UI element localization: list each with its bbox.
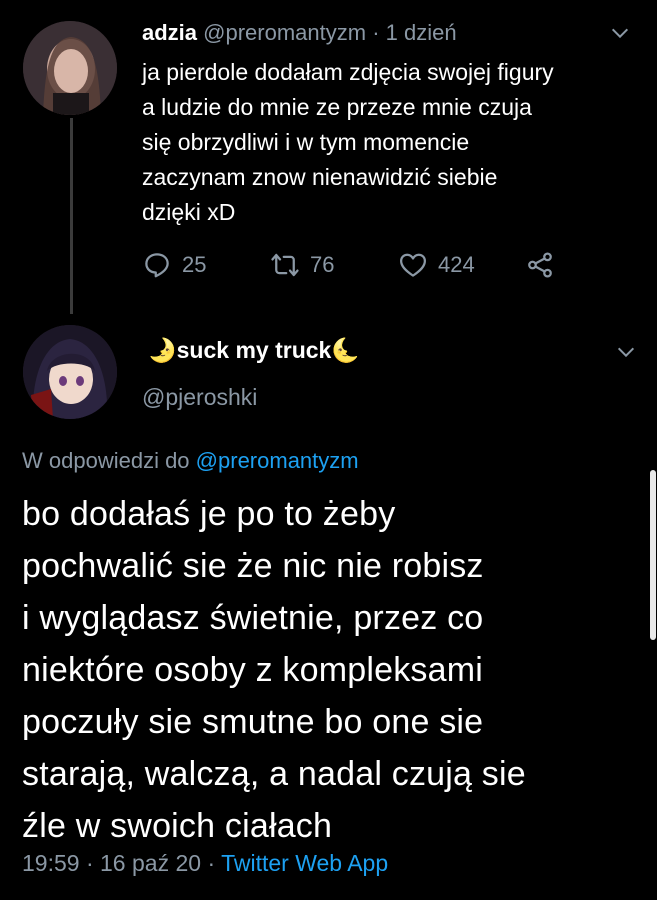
avatar[interactable] [23, 21, 117, 115]
reply-icon [145, 253, 169, 278]
text-line: ja pierdole dodałam zdjęcia swojej figur… [142, 59, 554, 85]
parent-tweet-text: ja pierdole dodałam zdjęcia swojej figur… [142, 55, 642, 230]
share-icon [528, 252, 552, 278]
text-line: bo dodałaś je po to żeby [22, 495, 396, 533]
text-line: się obrzydliwi i w tym momencie [142, 129, 470, 155]
reply-context: W odpowiedzi do @preromantyzm [22, 448, 359, 474]
retweet-button[interactable]: 76 [270, 250, 334, 280]
moon-emoji: 🌜 [331, 337, 360, 363]
separator: · [372, 20, 380, 45]
text-line: poczuły sie smutne bo one sie [22, 703, 484, 741]
like-icon [400, 253, 426, 277]
like-button[interactable]: 424 [398, 250, 475, 280]
text-line: pochwalić sie że nic nie robisz [22, 547, 484, 585]
reply-button[interactable]: 25 [142, 250, 206, 280]
display-name[interactable]: adzia [142, 20, 197, 45]
text-line: niektóre osoby z kompleksami [22, 651, 484, 689]
text-line: i wyglądasz świetnie, przez co [22, 599, 484, 637]
handle[interactable]: @preromantyzm [203, 20, 366, 45]
reply-count: 25 [182, 252, 207, 277]
reply-handle[interactable]: @pjeroshki [142, 384, 257, 411]
tweet-footer: 19:59 · 16 paź 20 · Twitter Web App [22, 850, 388, 877]
retweet-count: 76 [310, 252, 335, 277]
parent-header: adzia @preromantyzm · 1 dzień [142, 20, 457, 46]
separator: · [85, 850, 94, 876]
text-line: a ludzie do mnie ze przeze mnie czuja [142, 94, 532, 120]
timestamp[interactable]: 1 dzień [386, 20, 457, 45]
reply-display-name[interactable]: 🌛suck my truck🌜 [148, 337, 360, 364]
avatar[interactable] [23, 325, 117, 419]
timestamp[interactable]: 19:59 [22, 850, 80, 876]
scrollbar[interactable] [650, 470, 656, 640]
date[interactable]: 16 paź 20 [100, 850, 201, 876]
text-line: dzięki xD [142, 199, 236, 225]
text-line: zaczynam znow nienawidzić siebie [142, 164, 498, 190]
like-count: 424 [438, 252, 475, 277]
reply-tweet-text: bo dodałaś je po to żeby pochwalić sie ż… [22, 488, 647, 852]
thread-line [70, 118, 73, 314]
display-name: suck my truck [176, 337, 332, 363]
chevron-down-icon[interactable] [609, 22, 631, 49]
moon-emoji: 🌛 [148, 337, 177, 363]
source-link[interactable]: Twitter Web App [221, 850, 388, 876]
retweet-icon [271, 253, 299, 277]
text-line: starają, walczą, a nadal czują sie [22, 755, 526, 793]
reply-prefix: W odpowiedzi do [22, 448, 190, 473]
chevron-down-icon[interactable] [615, 341, 637, 368]
share-button[interactable] [525, 250, 555, 280]
reply-to-link[interactable]: @preromantyzm [196, 448, 359, 473]
separator: · [207, 850, 216, 876]
text-line: źle w swoich ciałach [22, 807, 333, 845]
